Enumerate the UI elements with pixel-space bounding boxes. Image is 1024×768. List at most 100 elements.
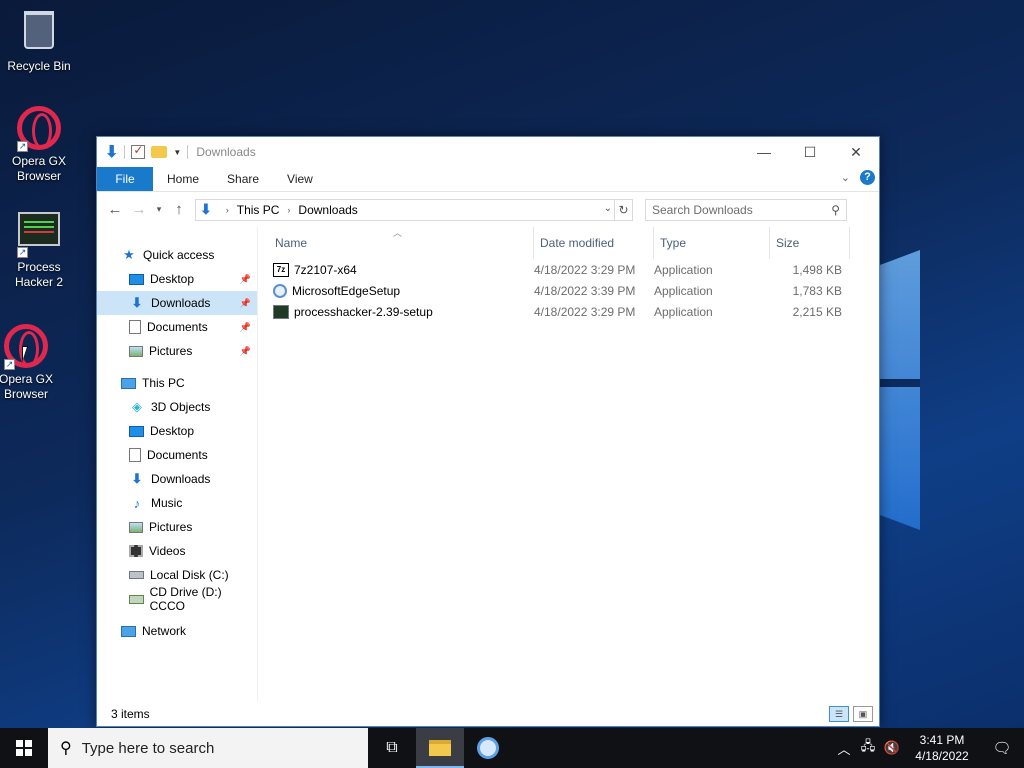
file-list: ︿ Name Date modified Type Size 7z 7z2107… [257,227,879,702]
system-tray: ︿ 🖧 🔇 3:41 PM 4/18/2022 🗨 [832,728,1024,768]
desktop-icon [129,425,144,437]
search-icon: ⚲ [60,740,72,757]
volume-muted-icon[interactable]: 🔇 [880,740,904,756]
network-icon [121,625,136,637]
nav-videos[interactable]: Videos [97,539,257,563]
taskbar-search-input[interactable] [81,739,342,757]
notifications-icon[interactable]: 🗨 [980,739,1024,757]
address-dropdown-icon[interactable]: ⌄ [604,203,612,214]
desktop-icon-recycle-bin[interactable]: Recycle Bin [1,8,77,74]
file-row-7z[interactable]: 7z 7z2107-x64 4/18/2022 3:29 PM Applicat… [257,259,879,280]
expand-ribbon-chevron-icon[interactable]: ⌄ [841,171,850,184]
downloads-arrow-icon: ⬇ [131,295,143,310]
minimize-button[interactable]: — [741,137,787,167]
ribbon-tabs: File Home Share View ⌄ ? [97,167,879,191]
windows-logo-icon [16,740,32,756]
breadcrumb-chevron-icon[interactable]: › [226,205,229,215]
nav-music[interactable]: ♪ Music [97,491,257,515]
maximize-button[interactable]: ☐ [787,137,833,167]
desktop-icon-opera-gx[interactable]: ↗ Opera GX Browser [1,106,77,184]
quick-access-toolbar: ⬇ ▼ [105,142,189,162]
nav-local-disk[interactable]: Local Disk (C:) [97,563,257,587]
recycle-bin-icon [17,11,61,55]
taskbar-edge-setup[interactable] [464,728,512,768]
taskbar-search[interactable]: ⚲ [48,728,368,768]
documents-icon [129,448,141,462]
hard-drive-icon [129,571,144,579]
pictures-icon [129,521,143,533]
nav-3d-objects[interactable]: ◈ 3D Objects [97,395,257,419]
desktop-icon-label: Process Hacker 2 [14,260,64,289]
desktop-icon-opera-gx-2[interactable]: ↗ Opera GX Browser [0,324,64,402]
nav-pictures[interactable]: Pictures [97,515,257,539]
downloads-arrow-icon: ⬇ [105,144,119,161]
nav-documents[interactable]: Documents [97,443,257,467]
nav-downloads[interactable]: ⬇ Downloads [97,467,257,491]
desktop-icon-process-hacker[interactable]: ↗ Process Hacker 2 [1,208,77,290]
nav-desktop[interactable]: Desktop [97,419,257,443]
search-icon: ⚲ [831,202,840,217]
file-row-process-hacker[interactable]: processhacker-2.39-setup 4/18/2022 3:29 … [257,301,879,322]
file-explorer-window: ⬇ ▼ Downloads — ☐ ✕ File Home Share View… [96,136,880,727]
clock[interactable]: 3:41 PM 4/18/2022 [904,732,980,764]
title-bar[interactable]: ⬇ ▼ Downloads — ☐ ✕ [97,137,879,167]
task-view-icon: ⧉ [386,739,398,756]
edge-setup-icon [477,737,499,759]
desktop-icon-label: Recycle Bin [7,59,71,73]
column-size[interactable]: Size [770,227,850,259]
film-icon [129,545,143,557]
address-field[interactable]: ⬇ › This PC › Downloads ⌄ ↻ [195,198,633,221]
pin-icon: 📌 [239,273,251,284]
documents-icon [129,320,141,334]
nav-cd-drive[interactable]: CD Drive (D:) CCCO [97,585,257,613]
help-icon[interactable]: ? [860,170,875,185]
up-arrow-icon[interactable]: ↑ [167,201,191,218]
breadcrumb-chevron-icon[interactable]: › [287,205,290,215]
window-title: Downloads [196,145,256,159]
nav-network[interactable]: Network [97,619,257,643]
taskbar-file-explorer[interactable] [416,728,464,768]
details-view-icon[interactable]: ☰ [829,706,849,722]
recent-locations-chevron-icon[interactable]: ▾ [151,204,167,215]
task-view-button[interactable]: ⧉ [368,728,416,768]
tab-view[interactable]: View [273,167,327,191]
column-type[interactable]: Type [654,227,770,259]
downloads-arrow-icon: ⬇ [131,471,143,486]
navigation-pane: ★ Quick access Desktop 📌 ⬇ Downloads 📌 D… [97,227,258,702]
nav-this-pc[interactable]: This PC [97,371,257,395]
computer-icon [121,377,136,389]
properties-icon[interactable] [131,143,146,159]
nav-quick-access[interactable]: ★ Quick access [97,243,257,267]
edge-setup-icon [273,283,287,298]
customize-toolbar-chevron-icon[interactable]: ▼ [173,148,181,157]
start-button[interactable] [0,728,48,768]
refresh-icon[interactable]: ↻ [614,199,632,220]
desktop-icon-label: Opera GX Browser [0,372,54,401]
nav-quick-desktop[interactable]: Desktop 📌 [97,267,257,291]
breadcrumb-downloads[interactable]: Downloads [298,203,357,217]
tab-home[interactable]: Home [153,167,213,191]
show-hidden-icons-chevron-icon[interactable]: ︿ [832,739,856,758]
nav-quick-documents[interactable]: Documents 📌 [97,315,257,339]
file-row-edge-setup[interactable]: MicrosoftEdgeSetup 4/18/2022 3:39 PM App… [257,280,879,301]
column-name[interactable]: Name [273,227,534,259]
tab-share[interactable]: Share [213,167,273,191]
new-folder-icon[interactable] [151,146,168,158]
nav-quick-pictures[interactable]: Pictures 📌 [97,339,257,363]
close-button[interactable]: ✕ [833,137,879,167]
star-icon: ★ [123,247,135,262]
forward-arrow-icon[interactable]: → [127,201,151,218]
breadcrumb-this-pc[interactable]: This PC [237,203,280,217]
nav-quick-downloads[interactable]: ⬇ Downloads 📌 [97,291,257,315]
column-date-modified[interactable]: Date modified [534,227,654,259]
desktop-icon-label: Opera GX Browser [11,154,67,183]
tab-file[interactable]: File [97,167,153,191]
address-bar-row: ← → ▾ ↑ ⬇ › This PC › Downloads ⌄ ↻ ⚲ [97,191,879,227]
large-icons-view-icon[interactable]: ▣ [853,706,873,722]
cd-drive-icon [129,594,144,604]
search-box[interactable]: ⚲ [645,198,847,221]
clock-time: 3:41 PM [919,733,965,747]
network-disconnected-icon[interactable]: 🖧 [856,737,880,759]
search-input[interactable] [652,202,812,217]
back-arrow-icon[interactable]: ← [103,201,127,218]
